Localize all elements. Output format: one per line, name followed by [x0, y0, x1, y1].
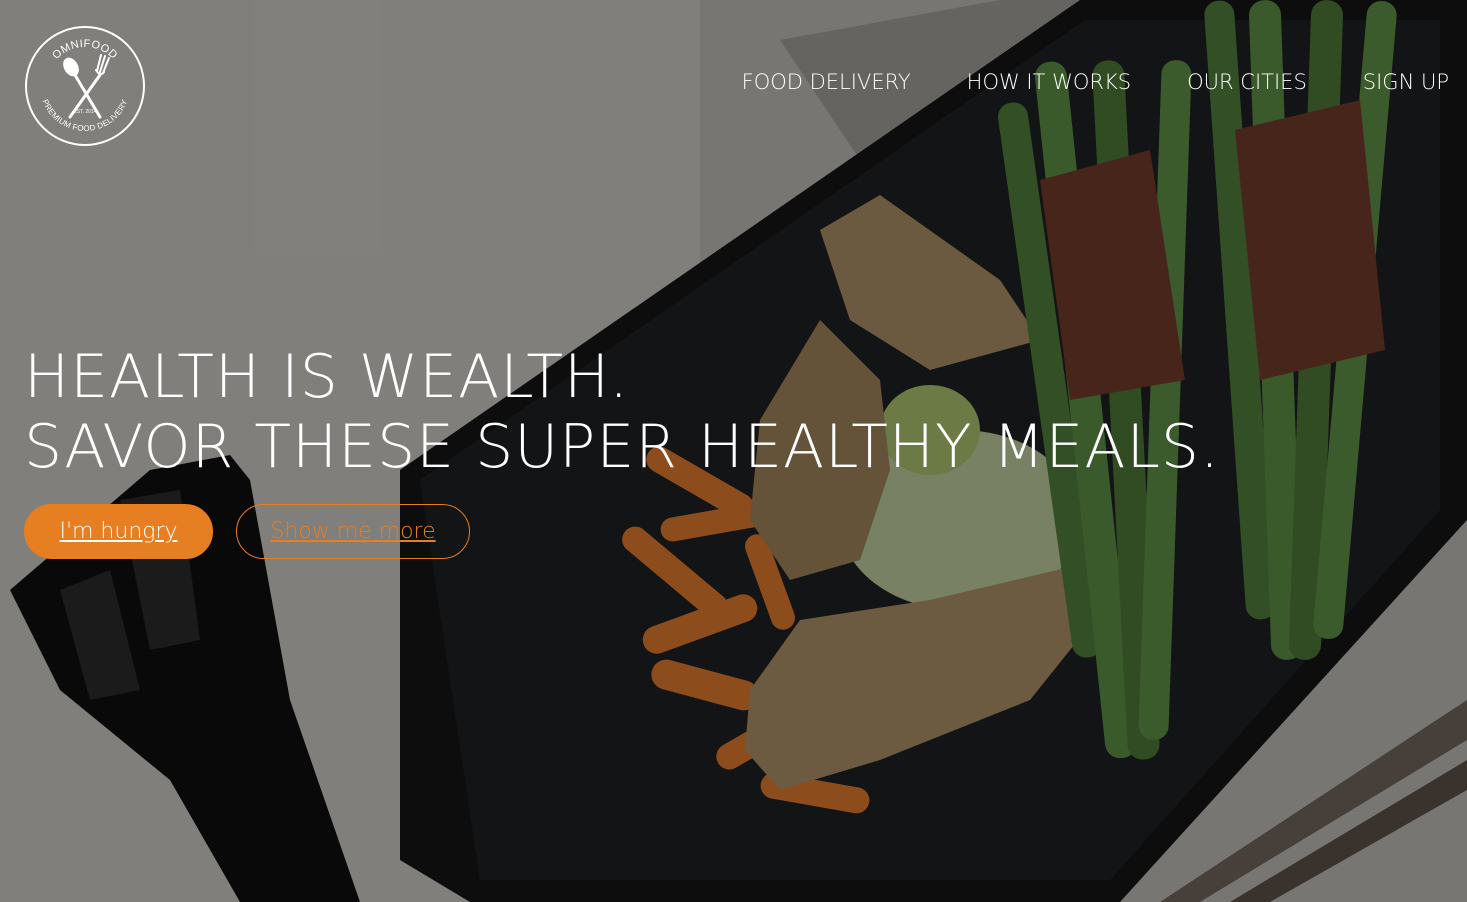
nav-link-how-it-works[interactable]: HOW IT WORKS	[967, 70, 1131, 94]
nav-link-our-cities[interactable]: OUR CITIES	[1187, 70, 1307, 94]
nav-item-how-it-works: HOW IT WORKS	[967, 70, 1131, 94]
hero-headline-line-1: HEALTH IS WEALTH.	[24, 342, 630, 412]
logo-tagline: PREMIUM FOOD DELIVERY	[41, 98, 130, 133]
im-hungry-button[interactable]: I'm hungry	[24, 504, 213, 559]
hero-section: OMNIFOOD PREMIUM FOOD DELIVERY EST. 2014…	[0, 0, 1467, 902]
nav-item-sign-up: SIGN UP	[1363, 70, 1449, 94]
nav-link-food-delivery[interactable]: FOOD DELIVERY	[742, 70, 911, 94]
svg-text:PREMIUM FOOD DELIVERY: PREMIUM FOOD DELIVERY	[41, 98, 130, 133]
logo-est: EST. 2014	[73, 109, 96, 115]
omnifood-logo[interactable]: OMNIFOOD PREMIUM FOOD DELIVERY EST. 2014	[24, 25, 146, 147]
nav-item-our-cities: OUR CITIES	[1187, 70, 1307, 94]
show-me-more-button[interactable]: Show me more	[236, 504, 470, 559]
nav-item-food-delivery: FOOD DELIVERY	[742, 70, 911, 94]
nav-link-sign-up[interactable]: SIGN UP	[1363, 70, 1449, 94]
main-nav: FOOD DELIVERY HOW IT WORKS OUR CITIES SI…	[742, 70, 1449, 94]
hero-headline: HEALTH IS WEALTH. SAVOR THESE SUPER HEAL…	[24, 342, 1220, 482]
hero-headline-line-2: SAVOR THESE SUPER HEALTHY MEALS.	[24, 412, 1221, 482]
